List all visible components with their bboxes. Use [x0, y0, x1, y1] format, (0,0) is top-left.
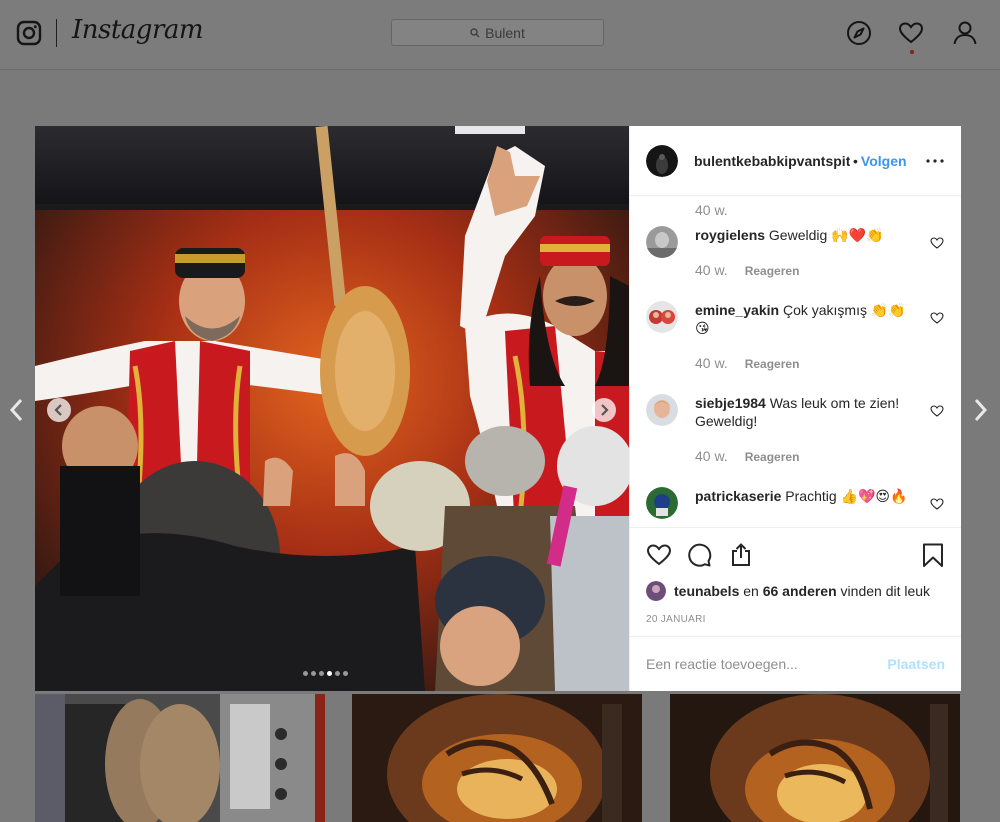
post-photo [35, 126, 629, 691]
comment-like-icon[interactable] [930, 236, 944, 250]
search-value: Bulent [485, 24, 525, 41]
related-post-thumbnail[interactable] [35, 694, 325, 822]
nav-divider [56, 19, 57, 47]
carousel-dot[interactable] [335, 671, 340, 676]
instagram-wordmark[interactable]: Instagram [72, 15, 204, 45]
carousel-dot[interactable] [319, 671, 324, 676]
commenter-username[interactable]: roygielens [695, 227, 765, 243]
post-actions [630, 527, 961, 568]
header-separator: • [853, 152, 858, 169]
reply-button[interactable]: Reageren [745, 355, 800, 371]
comment-meta: 40 w. Reageren [695, 355, 799, 371]
comment-meta: 40 w. Reageren [695, 262, 799, 278]
bookmark-save-icon[interactable] [920, 542, 946, 568]
comment-text: siebje1984 Was leuk om te zien! Geweldig… [695, 394, 910, 430]
comment-time: 40 w. [695, 448, 728, 464]
instagram-logo-icon[interactable] [16, 20, 42, 46]
related-posts-grid [35, 694, 961, 822]
compass-explore-icon[interactable] [846, 20, 872, 46]
next-post-arrow-icon[interactable] [968, 396, 992, 424]
carousel-dot[interactable] [327, 671, 332, 676]
comment-time: 40 w. [695, 355, 728, 371]
notification-dot [910, 50, 914, 54]
heart-activity-icon[interactable] [898, 20, 924, 46]
carousel-indicator [303, 671, 348, 676]
comment-body: Prachtig 👍💖😍🔥 [785, 488, 908, 504]
post-sidebar: bulentkebabkipvantspit • Volgen 40 w. ro… [629, 126, 961, 691]
commenter-avatar[interactable] [646, 487, 678, 519]
reply-button[interactable]: Reageren [745, 262, 800, 278]
comment-text: roygielens Geweldig 🙌❤️👏 [695, 226, 910, 244]
comment-like-icon[interactable] [930, 404, 944, 418]
carousel-next-button[interactable] [592, 398, 616, 422]
post-comment-button[interactable]: Plaatsen [887, 656, 945, 672]
comment-time: 40 w. [695, 262, 728, 278]
comment-text: emine_yakin Çok yakışmış 👏👏😘 [695, 301, 910, 337]
commenter-avatar[interactable] [646, 301, 678, 333]
follow-button[interactable]: Volgen [861, 153, 907, 169]
search-icon [470, 27, 480, 37]
previous-post-arrow-icon[interactable] [5, 396, 29, 424]
comment-body: Geweldig 🙌❤️👏 [768, 227, 884, 243]
like-heart-icon[interactable] [646, 542, 672, 568]
comments-list[interactable]: 40 w. roygielens Geweldig 🙌❤️👏 40 w. Rea… [630, 196, 961, 526]
liker-username[interactable]: teunabels [674, 583, 739, 599]
top-navigation-bar: Instagram Bulent [0, 0, 1000, 70]
post-header: bulentkebabkipvantspit • Volgen [630, 126, 961, 196]
profile-icon[interactable] [952, 20, 978, 46]
related-post-thumbnail[interactable] [670, 694, 960, 822]
commenter-avatar[interactable] [646, 394, 678, 426]
comment-input[interactable] [646, 656, 888, 672]
liker-avatar[interactable] [646, 581, 666, 601]
reply-button[interactable]: Reageren [745, 448, 800, 464]
commenter-avatar[interactable] [646, 226, 678, 258]
post-modal: bulentkebabkipvantspit • Volgen 40 w. ro… [35, 126, 961, 691]
commenter-username[interactable]: patrickaserie [695, 488, 781, 504]
post-date: 20 JANUARI [646, 614, 706, 625]
search-box[interactable]: Bulent [391, 19, 604, 46]
comment-meta: 40 w. Reageren [695, 448, 799, 464]
share-icon[interactable] [728, 542, 754, 568]
chevron-left-icon [54, 404, 62, 416]
comment-timestamp: 40 w. [695, 202, 728, 218]
likes-others-count[interactable]: 66 anderen [763, 583, 837, 599]
author-username[interactable]: bulentkebabkipvantspit [694, 153, 850, 169]
comment-like-icon[interactable] [930, 497, 944, 511]
add-comment-bar: Plaatsen [630, 636, 961, 691]
comment-text: patrickaserie Prachtig 👍💖😍🔥 [695, 487, 910, 505]
likes-suffix: vinden dit leuk [840, 583, 931, 599]
carousel-dot[interactable] [303, 671, 308, 676]
carousel-dot[interactable] [311, 671, 316, 676]
carousel-previous-button[interactable] [47, 398, 71, 422]
likes-summary[interactable]: teunabels en 66 anderen vinden dit leuk [646, 581, 930, 601]
chevron-right-icon [601, 404, 609, 416]
likes-and: en [743, 583, 759, 599]
more-options-button[interactable] [925, 151, 945, 171]
carousel-dot[interactable] [343, 671, 348, 676]
related-post-thumbnail[interactable] [352, 694, 642, 822]
author-avatar[interactable] [646, 144, 678, 177]
commenter-username[interactable]: siebje1984 [695, 395, 766, 411]
post-photo-illustration [35, 126, 629, 691]
commenter-username[interactable]: emine_yakin [695, 302, 779, 318]
comment-like-icon[interactable] [930, 311, 944, 325]
more-options-icon [926, 158, 944, 163]
comment-bubble-icon[interactable] [686, 542, 712, 568]
